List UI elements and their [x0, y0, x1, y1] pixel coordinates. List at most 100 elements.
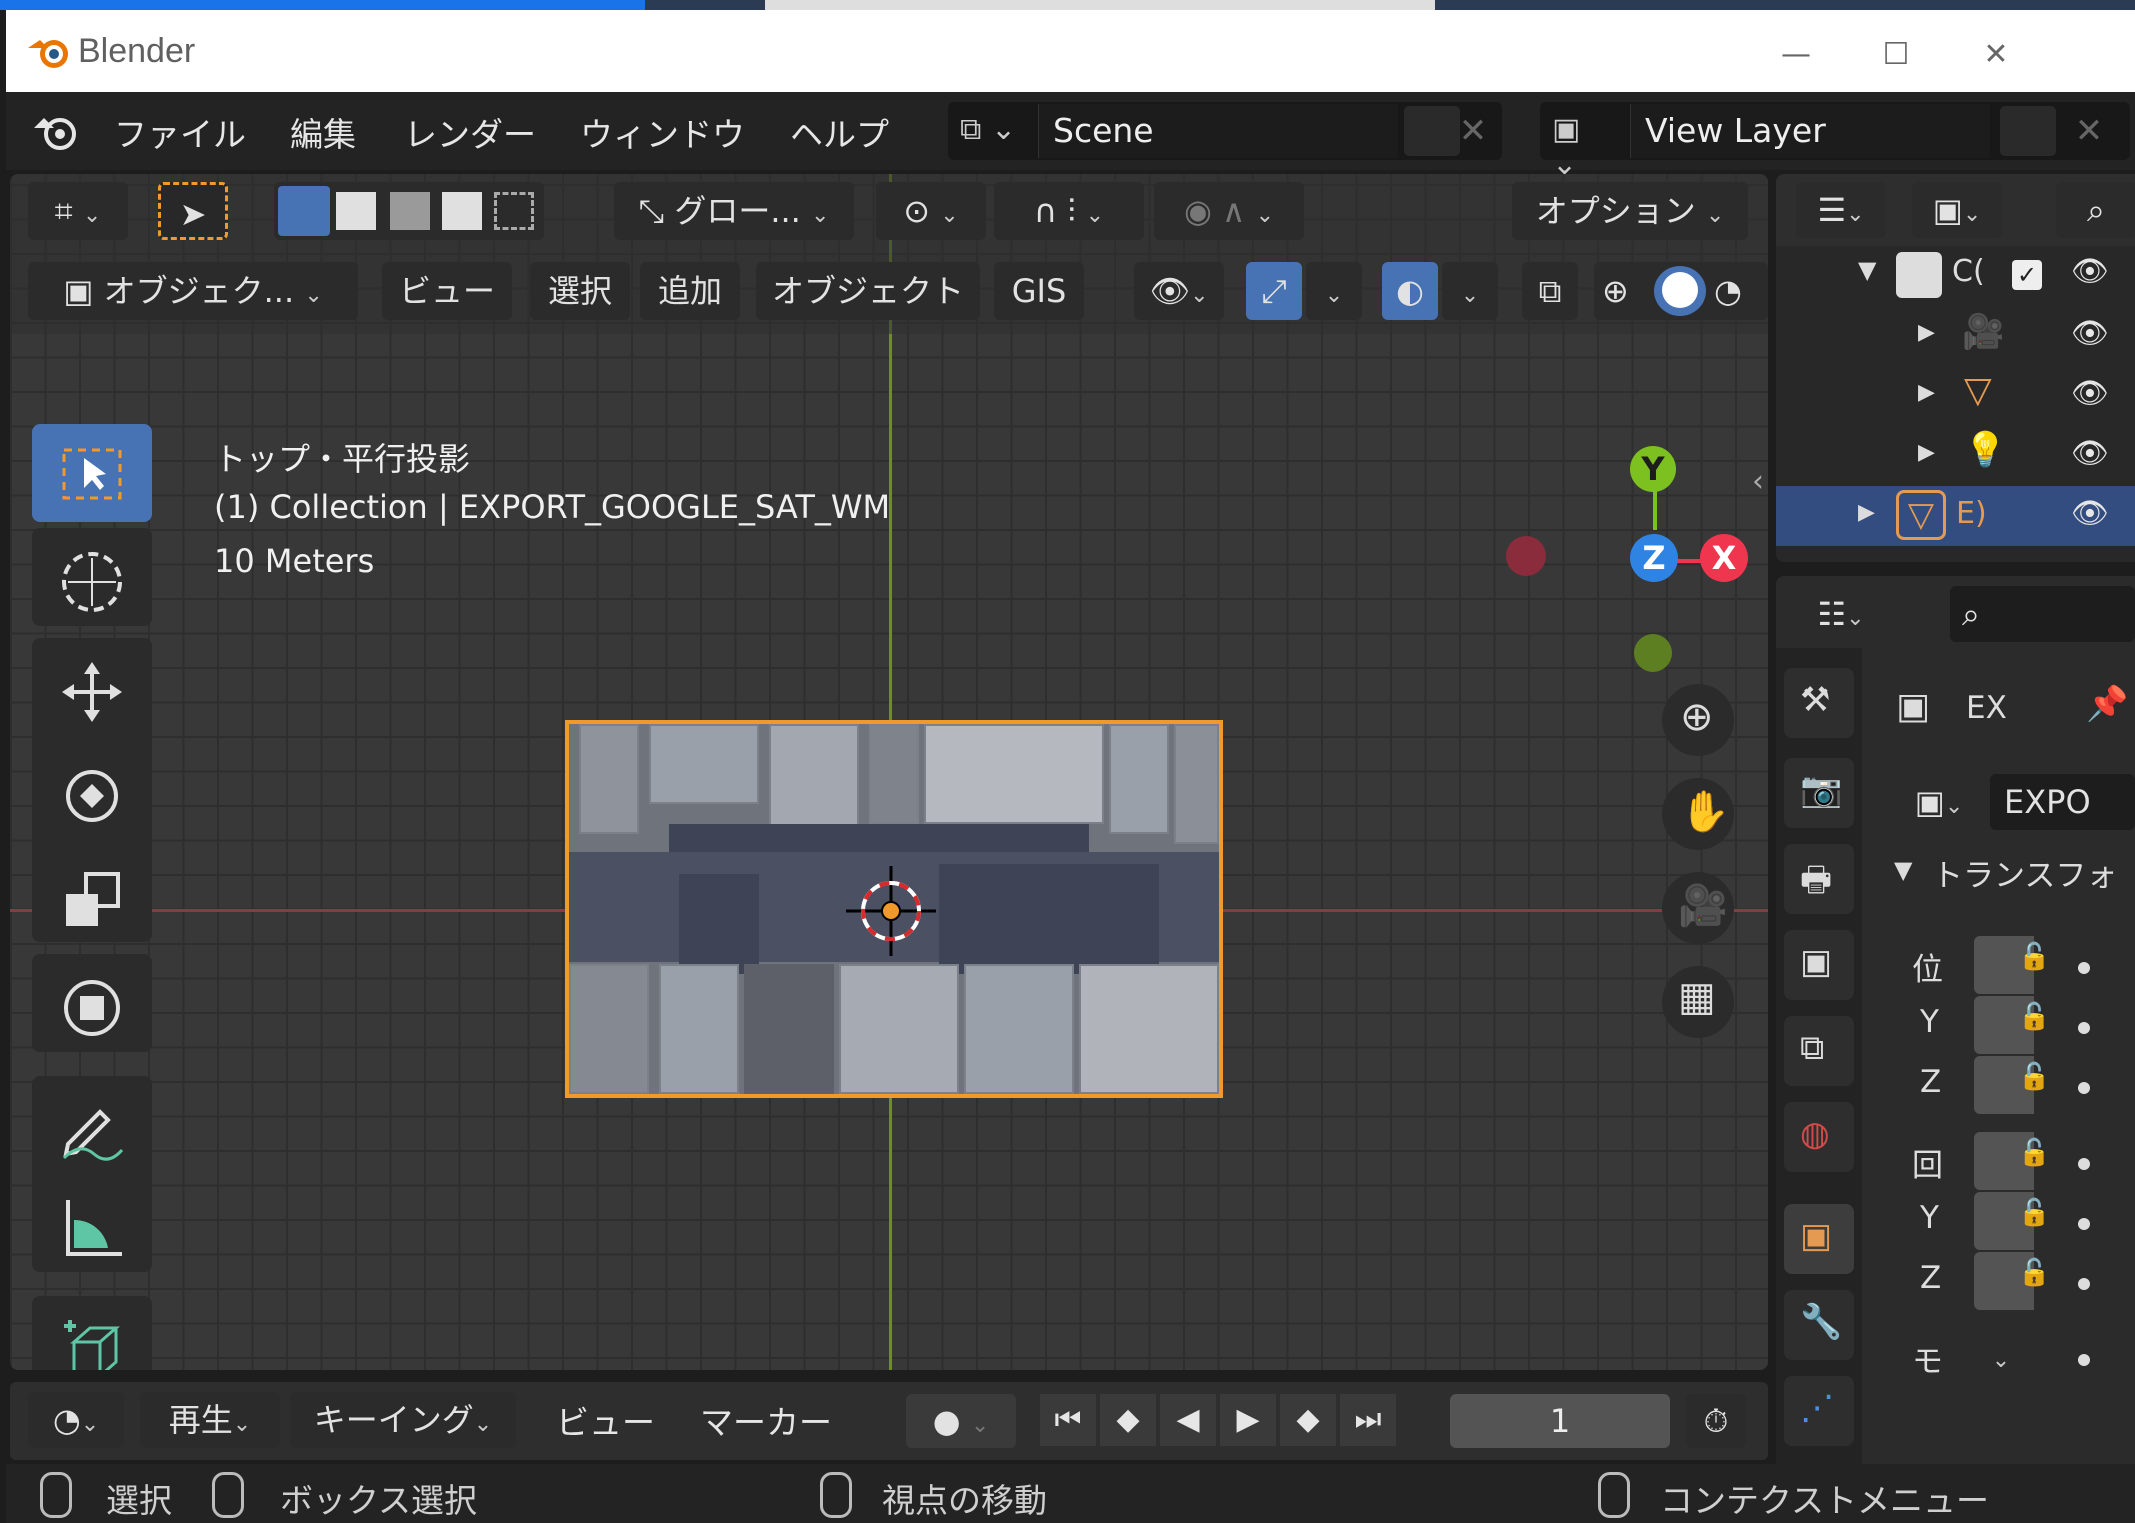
lock-icon[interactable]: 🔓 [2018, 1138, 2058, 1178]
properties-search[interactable]: ⌕ [1950, 586, 2135, 642]
properties-editor-type[interactable]: ☷⌄ [1796, 586, 1886, 642]
expand-arrow-icon[interactable]: ▶ [1858, 500, 1875, 525]
gizmo-dropdown[interactable]: ⌄ [1306, 262, 1362, 320]
gizmo-x-button[interactable]: X [1700, 534, 1748, 582]
tab-output[interactable]: 🖶 [1784, 844, 1854, 914]
minimize-button[interactable]: — [1766, 30, 1826, 80]
eye-icon[interactable]: 👁 [2071, 316, 2109, 351]
gizmo-toggle[interactable]: ⤢ [1246, 262, 1302, 320]
outliner-filter[interactable]: ▣⌄ [1912, 182, 2002, 238]
view-layer-icon[interactable]: ▣ ⌄ [1552, 112, 1612, 182]
outliner[interactable]: ☰⌄ ▣⌄ ⌕ ▼ C( ✓ 👁 ▶ 🎥 👁 ▶ ▽ 👁 ▶ 💡 👁 ▶ ▽ E… [1776, 174, 2135, 562]
add-cube-tool[interactable] [32, 1296, 152, 1370]
wireframe-shading-icon[interactable]: ⊕ [1602, 262, 1629, 320]
snapping-group[interactable]: ∩ ⫶ ⌄ [994, 182, 1144, 240]
gizmo-neg-x[interactable] [1506, 536, 1546, 576]
play-reverse-button[interactable]: ◀ [1160, 1394, 1216, 1446]
properties-editor[interactable]: ☷⌄ ⌕ ⚒ 📷 🖶 ▣ ⧉ ◍ ▣ 🔧 ⋰ ▣ EX 📌 ▣⌄ EXPO ▼ … [1776, 576, 2135, 1464]
keyframe-dot-icon[interactable] [2078, 1082, 2090, 1094]
3d-viewport[interactable]: ⌗ ⌄ ➤ ⤡ グロー... ⌄ ⊙ ⌄ ∩ ⫶ ⌄ ◉ ∧ ⌄ オプション ⌄… [10, 174, 1768, 1370]
maximize-button[interactable]: ☐ [1866, 30, 1926, 80]
menu-file[interactable]: ファイル [114, 108, 246, 156]
eye-icon[interactable]: 👁 [2071, 436, 2109, 471]
outliner-row-light[interactable]: ▶ 💡 👁 [1776, 426, 2135, 486]
panel-collapse-icon[interactable]: ▼ [1894, 856, 1912, 884]
lock-icon[interactable]: 🔓 [2018, 1062, 2058, 1102]
tab-particles[interactable]: ⋰ [1784, 1376, 1854, 1446]
scene-icon[interactable]: ⧉ ⌄ [960, 112, 1020, 150]
ortho-toggle-button[interactable]: ▦ [1662, 966, 1734, 1038]
current-frame-field[interactable]: 1 [1450, 1394, 1670, 1448]
zoom-button[interactable]: ⊕ [1662, 684, 1734, 756]
rotation-mode-dropdown[interactable]: ⌄ [1972, 1328, 2030, 1384]
select-subtract-icon[interactable] [390, 192, 430, 230]
gizmo-z-button[interactable]: Z [1630, 534, 1678, 582]
menu-render[interactable]: レンダー [404, 108, 536, 156]
playback-dropdown[interactable]: 再生⌄ [140, 1392, 280, 1448]
next-keyframe-button[interactable]: ◆ [1280, 1394, 1336, 1446]
keying-dropdown[interactable]: キーイング⌄ [290, 1392, 516, 1448]
lock-icon[interactable]: 🔓 [2018, 1198, 2058, 1238]
keyframe-dot-icon[interactable] [2078, 962, 2090, 974]
proportional-edit-group[interactable]: ◉ ∧ ⌄ [1154, 182, 1304, 240]
menu-window[interactable]: ウィンドウ [580, 108, 745, 156]
camera-view-button[interactable]: 🎥 [1662, 872, 1734, 944]
overlay-dropdown[interactable]: ⌄ [1442, 262, 1498, 320]
lock-icon[interactable]: 🔓 [2018, 1002, 2058, 1042]
timeline-editor-type[interactable]: ◔⌄ [28, 1392, 124, 1448]
xray-toggle[interactable]: ⧉ [1522, 262, 1578, 320]
expand-arrow-icon[interactable]: ▶ [1918, 380, 1935, 405]
eye-icon[interactable]: 👁 [2071, 496, 2109, 531]
close-button[interactable]: ✕ [1966, 30, 2026, 80]
tab-modifiers[interactable]: 🔧 [1784, 1290, 1854, 1360]
solid-shading-icon[interactable] [1654, 266, 1706, 316]
tab-render[interactable]: 📷 [1784, 758, 1854, 828]
transform-orientation-dropdown[interactable]: ⤡ グロー... ⌄ [614, 182, 854, 240]
pivot-point-dropdown[interactable]: ⊙ ⌄ [876, 182, 986, 240]
outliner-display-mode[interactable]: ☰⌄ [1796, 182, 1886, 238]
select-tool-indicator[interactable]: ➤ [158, 182, 228, 240]
blender-menu-icon[interactable] [32, 110, 80, 154]
cursor-tool[interactable] [32, 528, 152, 626]
annotate-tool[interactable] [32, 1076, 152, 1174]
view-layer-name-field[interactable]: View Layer [1630, 104, 1990, 158]
collapse-arrow-icon[interactable]: ▼ [1858, 256, 1876, 284]
transform-tool[interactable] [32, 954, 152, 1052]
keyframe-dot-icon[interactable] [2078, 1278, 2090, 1290]
options-dropdown[interactable]: オプション ⌄ [1512, 182, 1748, 240]
sidebar-toggle-icon[interactable]: ‹ [1752, 464, 1764, 499]
menu-select[interactable]: 選択 [530, 262, 630, 320]
delete-view-layer-button[interactable]: ✕ [2064, 106, 2114, 156]
object-name-field[interactable]: EXPO [1990, 774, 2135, 830]
auto-keying-toggle[interactable]: ● ⌄ [906, 1394, 1016, 1448]
gizmo-y-button[interactable]: Y [1630, 446, 1676, 492]
editor-type-button[interactable]: ⌗ ⌄ [28, 182, 128, 240]
menu-view[interactable]: ビュー [382, 262, 512, 320]
checkbox-icon[interactable]: ✓ [2012, 260, 2042, 290]
delete-scene-button[interactable]: ✕ [1448, 106, 1498, 156]
select-box-tool[interactable] [32, 424, 152, 522]
keyframe-dot-icon[interactable] [2078, 1158, 2090, 1170]
timeline-view-menu[interactable]: ビュー [556, 1396, 655, 1444]
keyframe-dot-icon[interactable] [2078, 1022, 2090, 1034]
pan-button[interactable]: ✋ [1662, 778, 1734, 850]
scale-tool[interactable] [32, 846, 152, 944]
new-view-layer-button[interactable] [2000, 106, 2056, 156]
prev-keyframe-button[interactable]: ◆ [1100, 1394, 1156, 1446]
outliner-row-selected-object[interactable]: ▶ ▽ E) 👁 [1776, 486, 2135, 546]
jump-end-button[interactable]: ⏭ [1340, 1394, 1396, 1446]
transform-panel-title[interactable]: トランスフォ [1932, 850, 2117, 895]
select-intersect-icon[interactable] [494, 192, 534, 230]
scene-name-field[interactable]: Scene [1038, 104, 1398, 158]
visibility-dropdown[interactable]: 👁⌄ [1134, 262, 1224, 320]
measure-tool[interactable] [32, 1174, 152, 1272]
move-tool[interactable] [32, 638, 152, 736]
object-type-dropdown[interactable]: ▣⌄ [1894, 774, 1984, 830]
menu-edit[interactable]: 編集 [290, 108, 356, 156]
browser-tab[interactable] [765, 0, 1435, 10]
gizmo-neg-y[interactable] [1634, 634, 1672, 672]
select-extend-icon[interactable] [336, 192, 376, 230]
select-set-icon[interactable] [278, 186, 330, 236]
lock-icon[interactable]: 🔓 [2018, 942, 2058, 982]
frame-timer-button[interactable]: ⏱ [1686, 1394, 1746, 1448]
